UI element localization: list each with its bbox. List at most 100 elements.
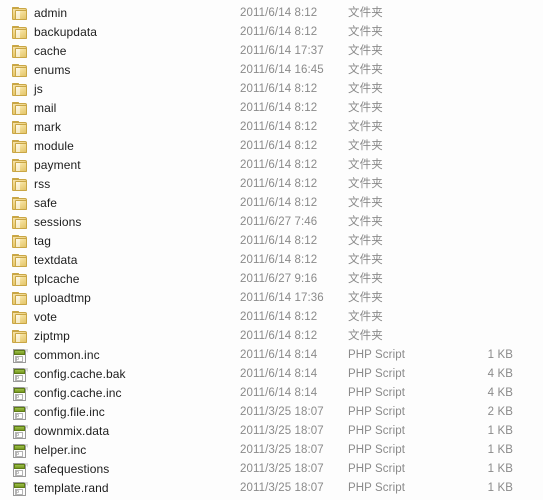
folder-icon — [12, 196, 28, 211]
file-name-cell[interactable]: textdata — [12, 251, 78, 270]
file-date-modified: 2011/6/14 16:45 — [240, 64, 324, 76]
file-size — [420, 175, 513, 194]
file-name-cell[interactable]: safe — [12, 194, 57, 213]
file-type: PHP Script — [348, 482, 406, 494]
file-row[interactable]: uploadtmp 2011/6/14 17:36 文件夹 — [0, 289, 543, 308]
file-name-cell[interactable]: ziptmp — [12, 327, 70, 346]
file-date-modified: 2011/6/14 8:12 — [240, 159, 318, 171]
file-name-cell[interactable]: module — [12, 137, 74, 156]
file-row[interactable]: js 2011/6/14 8:12 文件夹 — [0, 80, 543, 99]
file-name-cell[interactable]: enums — [12, 61, 71, 80]
php-script-file-icon: p — [12, 481, 28, 496]
file-row[interactable]: sessions 2011/6/27 7:46 文件夹 — [0, 213, 543, 232]
file-name-label: js — [34, 82, 43, 96]
file-date-modified: 2011/6/14 8:12 — [240, 140, 318, 152]
file-row[interactable]: textdata 2011/6/14 8:12 文件夹 — [0, 251, 543, 270]
file-row[interactable]: p helper.inc 2011/3/25 18:07 PHP Script 1 KB — [0, 441, 543, 460]
file-date-modified: 2011/6/14 8:14 — [240, 349, 318, 361]
file-size — [420, 80, 513, 99]
file-name-label: ziptmp — [34, 329, 70, 343]
file-row[interactable]: payment 2011/6/14 8:12 文件夹 — [0, 156, 543, 175]
php-script-file-icon: p — [12, 386, 28, 401]
file-name-cell[interactable]: p safequestions — [12, 460, 109, 479]
file-name-cell[interactable]: mark — [12, 118, 61, 137]
file-name-label: cache — [34, 44, 67, 58]
file-date-modified: 2011/6/14 17:36 — [240, 292, 324, 304]
file-name-label: tplcache — [34, 272, 80, 286]
file-row[interactable]: p config.file.inc 2011/3/25 18:07 PHP Scrip… — [0, 403, 543, 422]
file-row[interactable]: p config.cache.inc 2011/6/14 8:14 PHP Scrip… — [0, 384, 543, 403]
file-size — [420, 327, 513, 346]
file-name-cell[interactable]: p config.cache.bak — [12, 365, 126, 384]
file-size — [420, 194, 513, 213]
file-row[interactable]: p common.inc 2011/6/14 8:14 PHP Script 1 KB — [0, 346, 543, 365]
php-script-file-icon: p — [12, 424, 28, 439]
file-name-cell[interactable]: p helper.inc — [12, 441, 86, 460]
file-name-cell[interactable]: admin — [12, 4, 67, 23]
file-date-modified: 2011/3/25 18:07 — [240, 425, 324, 437]
file-name-label: mail — [34, 101, 57, 115]
file-row[interactable]: module 2011/6/14 8:12 文件夹 — [0, 137, 543, 156]
file-name-cell[interactable]: tplcache — [12, 270, 80, 289]
file-name-cell[interactable]: p config.cache.inc — [12, 384, 122, 403]
file-name-cell[interactable]: p downmix.data — [12, 422, 109, 441]
file-name-label: helper.inc — [34, 443, 87, 457]
file-row[interactable]: ziptmp 2011/6/14 8:12 文件夹 — [0, 327, 543, 346]
file-name-cell[interactable]: tag — [12, 232, 51, 251]
file-name-label: sessions — [34, 215, 82, 229]
file-date-modified: 2011/6/14 8:14 — [240, 368, 318, 380]
file-name-cell[interactable]: mail — [12, 99, 56, 118]
file-name-label: rss — [34, 177, 51, 191]
file-type: 文件夹 — [348, 26, 383, 38]
file-name-label: safe — [34, 196, 58, 210]
file-row[interactable]: backupdata 2011/6/14 8:12 文件夹 — [0, 23, 543, 42]
file-row[interactable]: admin 2011/6/14 8:12 文件夹 — [0, 4, 543, 23]
folder-icon — [12, 215, 28, 230]
file-size: 4 KB — [487, 387, 513, 399]
file-type: 文件夹 — [348, 330, 383, 342]
file-row[interactable]: tplcache 2011/6/27 9:16 文件夹 — [0, 270, 543, 289]
file-name-label: common.inc — [34, 348, 100, 362]
file-row[interactable]: mail 2011/6/14 8:12 文件夹 — [0, 99, 543, 118]
file-name-cell[interactable]: uploadtmp — [12, 289, 91, 308]
folder-icon — [12, 44, 28, 59]
file-row[interactable]: vote 2011/6/14 8:12 文件夹 — [0, 308, 543, 327]
file-name-label: admin — [34, 6, 68, 20]
file-size — [420, 118, 513, 137]
file-row[interactable]: p downmix.data 2011/3/25 18:07 PHP Script 1 … — [0, 422, 543, 441]
file-name-label: safequestions — [34, 462, 110, 476]
file-name-cell[interactable]: p config.file.inc — [12, 403, 105, 422]
file-row[interactable]: enums 2011/6/14 16:45 文件夹 — [0, 61, 543, 80]
php-script-file-icon: p — [12, 348, 28, 363]
folder-icon — [12, 6, 28, 21]
file-name-cell[interactable]: rss — [12, 175, 50, 194]
file-name-cell[interactable]: backupdata — [12, 23, 97, 42]
file-list[interactable]: admin 2011/6/14 8:12 文件夹 backupdata 2011/6/1… — [0, 0, 543, 500]
file-date-modified: 2011/6/14 8:12 — [240, 311, 318, 323]
folder-icon — [12, 82, 28, 97]
file-name-cell[interactable]: p template.rand — [12, 479, 109, 498]
file-type: 文件夹 — [348, 216, 383, 228]
file-name-cell[interactable]: payment — [12, 156, 81, 175]
file-name-cell[interactable]: vote — [12, 308, 57, 327]
file-row[interactable]: p safequestions 2011/3/25 18:07 PHP Script 1… — [0, 460, 543, 479]
file-date-modified: 2011/3/25 18:07 — [240, 482, 324, 494]
file-row[interactable]: mark 2011/6/14 8:12 文件夹 — [0, 118, 543, 137]
file-type: 文件夹 — [348, 140, 383, 152]
file-name-cell[interactable]: p common.inc — [12, 346, 100, 365]
file-date-modified: 2011/6/14 8:12 — [240, 254, 318, 266]
file-row[interactable]: safe 2011/6/14 8:12 文件夹 — [0, 194, 543, 213]
file-size — [420, 270, 513, 289]
file-row[interactable]: tag 2011/6/14 8:12 文件夹 — [0, 232, 543, 251]
file-row[interactable]: cache 2011/6/14 17:37 文件夹 — [0, 42, 543, 61]
file-row[interactable]: p config.cache.bak 2011/6/14 8:14 PHP Scrip… — [0, 365, 543, 384]
file-name-cell[interactable]: sessions — [12, 213, 82, 232]
file-row[interactable]: p template.rand 2011/3/25 18:07 PHP Script 1… — [0, 479, 543, 498]
folder-icon — [12, 177, 28, 192]
file-row[interactable]: rss 2011/6/14 8:12 文件夹 — [0, 175, 543, 194]
file-name-label: payment — [34, 158, 81, 172]
file-name-cell[interactable]: js — [12, 80, 43, 99]
folder-icon — [12, 272, 28, 287]
file-size — [420, 213, 513, 232]
file-name-cell[interactable]: cache — [12, 42, 67, 61]
